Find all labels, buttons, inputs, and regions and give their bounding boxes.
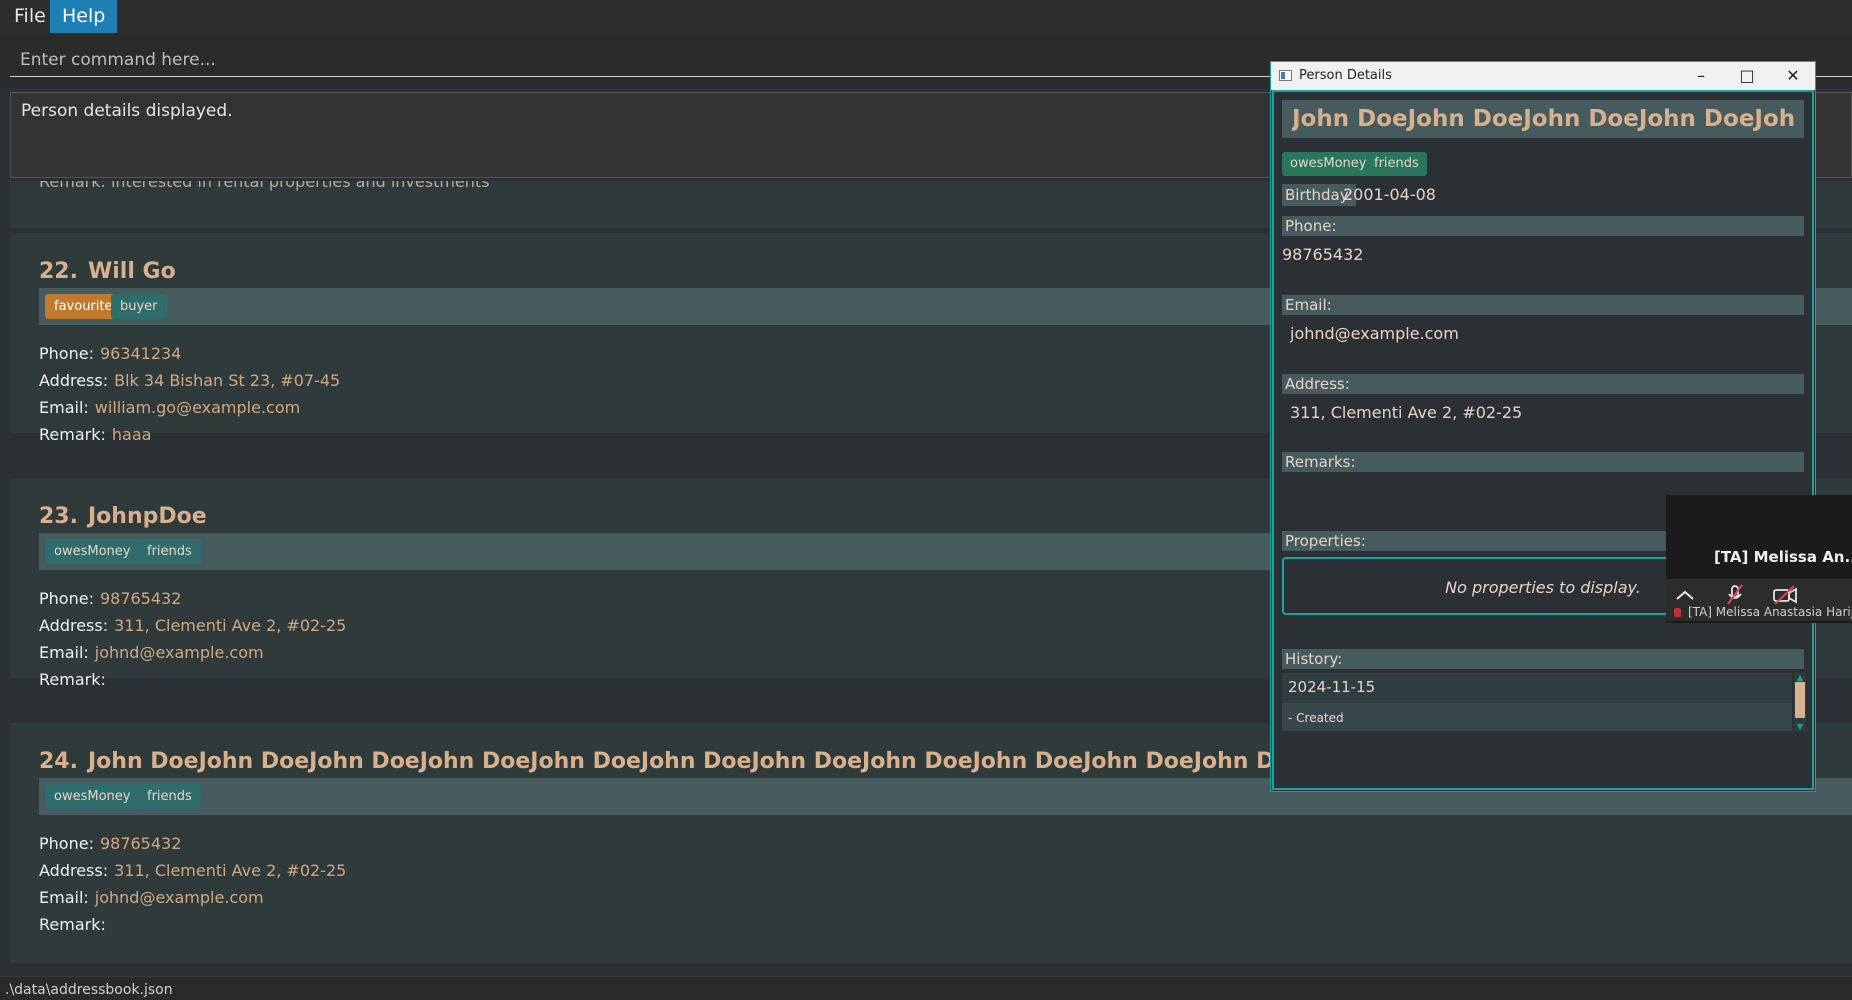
scroll-down-icon[interactable]: ▼ — [1794, 722, 1806, 731]
call-controls: [TA] Melissa Anastasia Harija — [1666, 579, 1852, 621]
phone-field: Phone: 96341234 — [39, 344, 182, 363]
person-name: 23. JohnpDoe — [39, 504, 207, 529]
properties-label: Properties: — [1285, 532, 1366, 550]
address-field: Address: Blk 34 Bishan St 23, #07-45 — [39, 371, 341, 390]
address-label: Address: — [1285, 375, 1350, 393]
email-field: Email: william.go@example.com — [39, 398, 301, 417]
person-index: 23. — [39, 504, 78, 529]
email-value: johnd@example.com — [1290, 324, 1459, 343]
remark-field: Remark: — [39, 915, 106, 934]
partial-remark: Remark: interested in rental properties … — [39, 181, 490, 191]
camera-off-icon[interactable] — [1770, 583, 1800, 607]
call-overlay[interactable]: [TA] Melissa An... [TA] Melissa Anastasi… — [1666, 495, 1852, 623]
person-name: 22. Will Go — [39, 259, 176, 284]
details-body: John DoeJohn DoeJohn DoeJohn DoeJohn ...… — [1272, 90, 1814, 790]
tag-favourite: favourite — [45, 294, 122, 319]
participant-caption: [TA] Melissa Anastasia Harija — [1688, 605, 1852, 619]
history-label: History: — [1285, 650, 1343, 668]
tag-owesmoney: owesMoney — [45, 539, 140, 564]
scrollbar-thumb[interactable] — [1795, 682, 1805, 718]
participant-name: [TA] Melissa An... — [1714, 548, 1852, 566]
history-entry[interactable]: 2024-11-15 — [1282, 673, 1792, 703]
tag-friends: friends — [138, 539, 201, 564]
app-icon — [1279, 70, 1292, 81]
close-icon[interactable]: ✕ — [1771, 62, 1815, 90]
mic-off-icon[interactable] — [1720, 583, 1750, 607]
maximize-icon[interactable]: □ — [1725, 62, 1769, 90]
address-section: Address: — [1282, 374, 1804, 394]
address-value: 311, Clementi Ave 2, #02-25 — [1290, 403, 1523, 422]
email-field: Email: johnd@example.com — [39, 888, 264, 907]
window-titlebar[interactable]: Person Details – □ ✕ — [1271, 62, 1815, 90]
address-field: Address: 311, Clementi Ave 2, #02-25 — [39, 861, 347, 880]
email-label: Email: — [1285, 296, 1332, 314]
remark-field: Remark: haaa — [39, 425, 152, 444]
minimize-icon[interactable]: – — [1679, 62, 1723, 90]
history-date: 2024-11-15 — [1288, 678, 1376, 696]
tag-friends: friends — [138, 784, 201, 809]
status-bar: .\data\addressbook.json — [0, 976, 1852, 1000]
scroll-up-icon[interactable]: ▲ — [1794, 673, 1806, 682]
history-list[interactable]: 2024-11-15 - Created — [1282, 673, 1792, 731]
details-name: John DoeJohn DoeJohn DoeJohn DoeJohn ... — [1292, 106, 1797, 132]
menu-help[interactable]: Help — [50, 0, 118, 33]
person-name-text: Will Go — [87, 259, 176, 284]
history-scrollbar[interactable]: ▲ ▼ — [1794, 673, 1806, 731]
person-details-window[interactable]: Person Details – □ ✕ John DoeJohn DoeJoh… — [1270, 61, 1816, 792]
person-name-text: John DoeJohn DoeJohn DoeJohn DoeJohn Doe… — [87, 749, 1300, 774]
chevron-up-icon[interactable] — [1670, 583, 1700, 607]
save-location: .\data\addressbook.json — [5, 982, 173, 998]
person-name-text: JohnpDoe — [87, 504, 207, 529]
mic-indicator-icon — [1674, 608, 1681, 617]
phone-field: Phone: 98765432 — [39, 834, 182, 853]
person-index: 22. — [39, 259, 78, 284]
history-note: - Created — [1288, 711, 1344, 725]
remarks-label: Remarks: — [1285, 453, 1356, 471]
phone-label: Phone: — [1285, 217, 1337, 235]
person-index: 24. — [39, 749, 78, 774]
address-field: Address: 311, Clementi Ave 2, #02-25 — [39, 616, 347, 635]
email-section: Email: — [1282, 295, 1804, 315]
details-name-bar: John DoeJohn DoeJohn DoeJohn DoeJohn ... — [1282, 100, 1804, 138]
remarks-section: Remarks: — [1282, 452, 1804, 472]
phone-section: Phone: — [1282, 216, 1804, 236]
tag-buyer: buyer — [111, 294, 167, 319]
remark-field: Remark: — [39, 670, 106, 689]
details-tag-friends: friends — [1366, 152, 1427, 176]
menu-bar: File Help — [0, 0, 1852, 33]
history-section: History: — [1282, 649, 1804, 669]
tag-owesmoney: owesMoney — [45, 784, 140, 809]
email-field: Email: johnd@example.com — [39, 643, 264, 662]
person-name: 24. John DoeJohn DoeJohn DoeJohn DoeJohn … — [39, 749, 1299, 774]
details-tag-owesmoney: owesMoney — [1282, 152, 1375, 176]
phone-value: 98765432 — [1282, 245, 1364, 264]
window-title: Person Details — [1299, 68, 1392, 83]
birthday-value: 2001-04-08 — [1343, 185, 1436, 204]
result-text: Person details displayed. — [21, 101, 233, 121]
phone-field: Phone: 98765432 — [39, 589, 182, 608]
